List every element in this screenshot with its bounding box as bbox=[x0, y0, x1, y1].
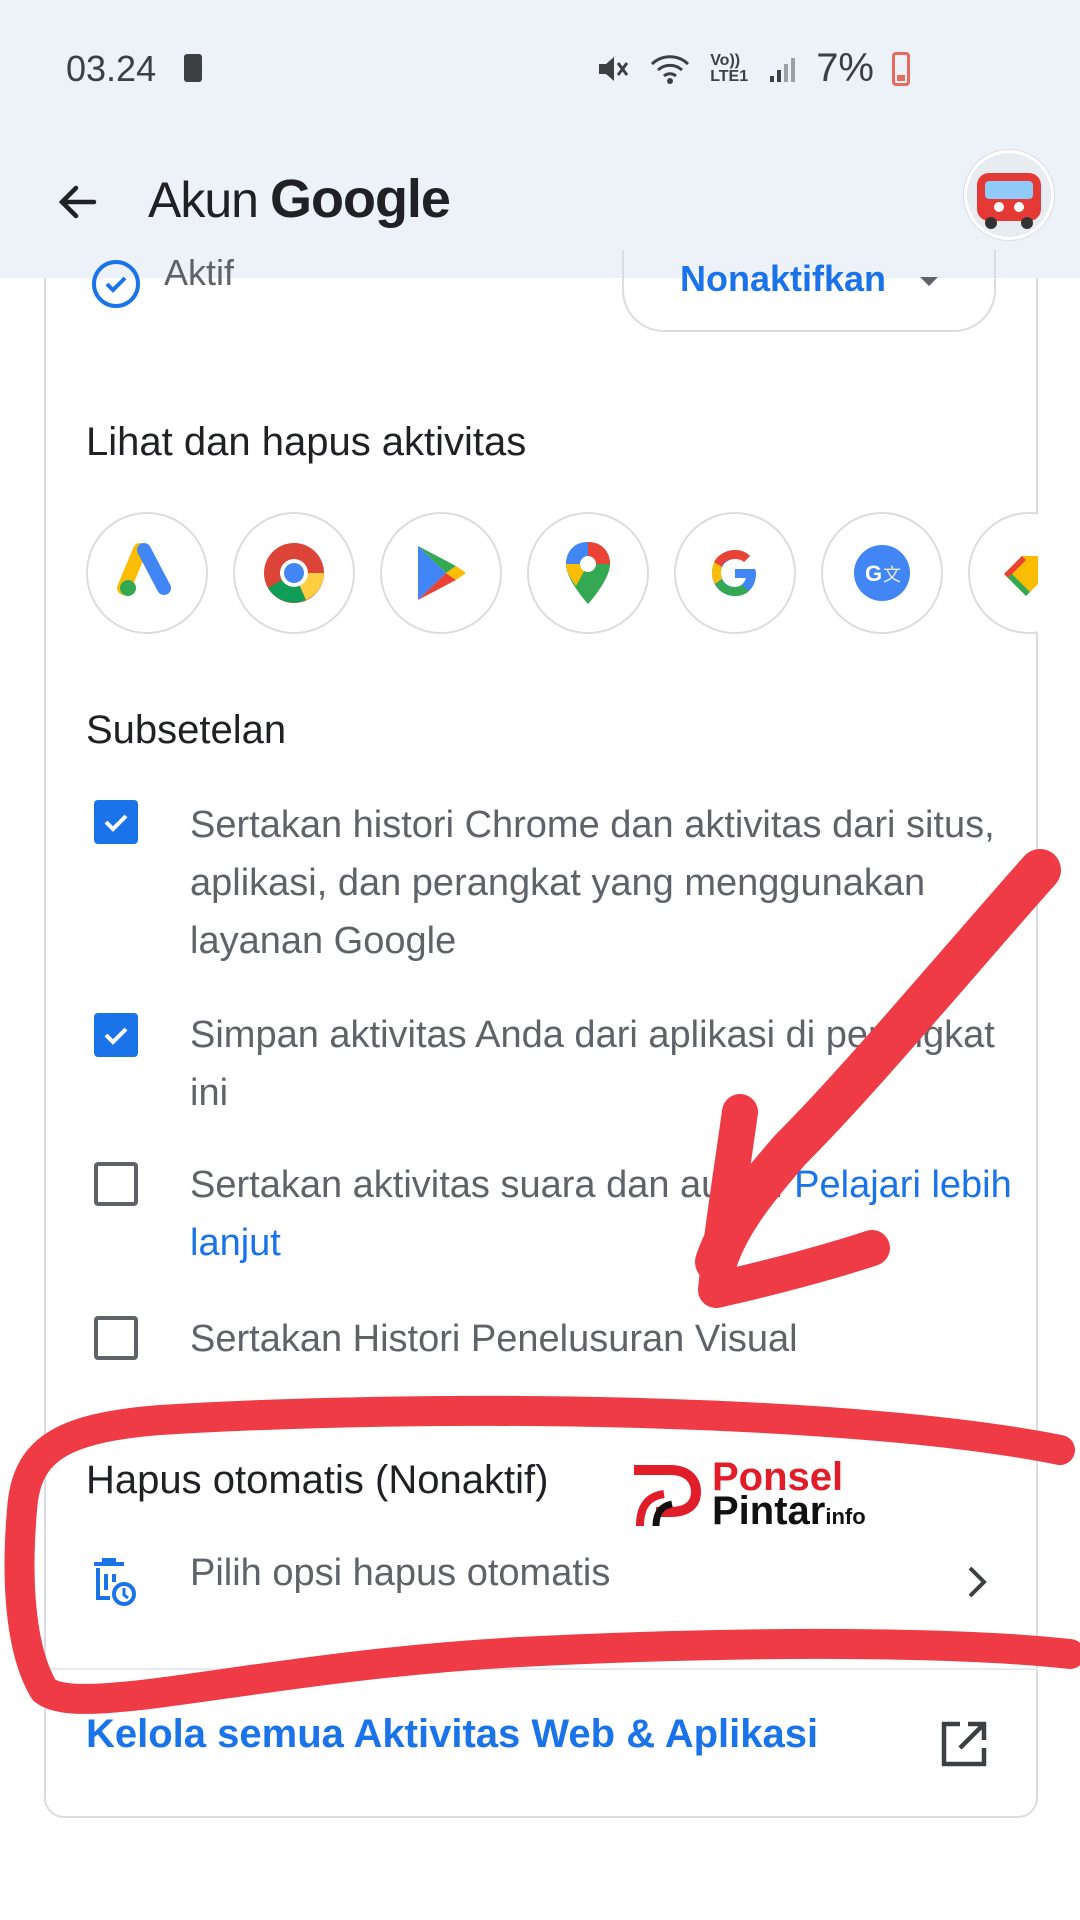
checkbox-visual-search[interactable] bbox=[94, 1316, 138, 1360]
check-icon bbox=[104, 1027, 128, 1045]
check-icon bbox=[104, 814, 128, 832]
ponselpintar-logo-icon bbox=[634, 1465, 702, 1527]
subsetting-voice-audio-label: Sertakan aktivitas suara dan audio. Pela… bbox=[190, 1156, 1020, 1272]
watermark-line2-main: Pintar bbox=[712, 1489, 826, 1533]
watermark-suffix: info bbox=[825, 1504, 866, 1529]
auto-delete-option-label: Pilih opsi hapus otomatis bbox=[190, 1552, 611, 1594]
battery-percent: 7% bbox=[816, 46, 874, 90]
maps-icon[interactable] bbox=[527, 512, 649, 634]
svg-text:G: G bbox=[865, 561, 882, 586]
google-search-icon[interactable] bbox=[674, 512, 796, 634]
watermark-text: Ponsel Pintarinfo bbox=[712, 1457, 866, 1534]
mute-icon bbox=[599, 56, 629, 81]
arrow-back-icon bbox=[58, 185, 97, 219]
network-label: Vo)) LTE1 bbox=[710, 51, 749, 85]
battery-icon bbox=[892, 51, 910, 86]
subsettings-title: Subsetelan bbox=[86, 708, 287, 752]
checkbox-voice-audio[interactable] bbox=[94, 1162, 138, 1206]
bus-avatar-icon bbox=[977, 173, 1041, 229]
auto-delete-title: Hapus otomatis (Nonaktif) bbox=[86, 1458, 549, 1502]
view-delete-title: Lihat dan hapus aktivitas bbox=[86, 420, 527, 464]
back-button[interactable] bbox=[48, 172, 108, 232]
chevron-right-icon bbox=[968, 1566, 987, 1598]
status-bar: 03.24 Vo)) LTE1 7% bbox=[0, 0, 1080, 140]
title-brand: Google bbox=[269, 169, 451, 229]
google-translate-icon[interactable]: G 文 bbox=[821, 512, 943, 634]
avatar[interactable] bbox=[964, 150, 1054, 240]
auto-delete-option-row[interactable]: Pilih opsi hapus otomatis bbox=[86, 1540, 1006, 1626]
svg-text:文: 文 bbox=[883, 565, 901, 585]
google-shopping-icon[interactable] bbox=[968, 512, 1038, 634]
signal-icon bbox=[770, 57, 796, 82]
auto-delete-icon bbox=[94, 1558, 136, 1606]
subsetting-app-activity-label: Simpan aktivitas Anda dari aplikasi di p… bbox=[190, 1014, 995, 1114]
battery-saver-icon bbox=[184, 54, 202, 82]
manage-activity-link[interactable]: Kelola semua Aktivitas Web & Aplikasi bbox=[86, 1712, 818, 1757]
voice-audio-text: Sertakan aktivitas suara dan audio. bbox=[190, 1164, 784, 1206]
subsetting-visual-search-label: Sertakan Histori Penelusuran Visual bbox=[190, 1318, 798, 1360]
title-prefix: Akun bbox=[148, 172, 259, 228]
ponselpintar-watermark: Ponsel Pintarinfo bbox=[626, 1457, 866, 1534]
app-icons-row: G 文 bbox=[86, 512, 1038, 640]
open-in-new-icon[interactable] bbox=[938, 1718, 990, 1770]
check-circle-icon bbox=[92, 260, 140, 308]
play-store-icon[interactable] bbox=[380, 512, 502, 634]
page-title: Akun Google bbox=[148, 168, 451, 230]
chrome-icon[interactable] bbox=[233, 512, 355, 634]
status-time: 03.24 bbox=[66, 48, 157, 89]
deactivate-label: Nonaktifkan bbox=[679, 258, 887, 299]
checkbox-chrome-history[interactable] bbox=[94, 800, 138, 844]
caret-down-icon bbox=[920, 276, 939, 286]
watermark-line2: Pintarinfo bbox=[712, 1491, 866, 1534]
activity-status: Aktif bbox=[92, 252, 234, 308]
divider bbox=[44, 1668, 1038, 1670]
checkbox-app-activity[interactable] bbox=[94, 1013, 138, 1057]
deactivate-dropdown-button[interactable]: Nonaktifkan bbox=[622, 250, 996, 332]
wifi-icon bbox=[651, 54, 690, 84]
activity-status-label: Aktif bbox=[164, 252, 235, 293]
status-icons: Vo)) LTE1 7% bbox=[596, 46, 910, 91]
subsetting-chrome-history-label: Sertakan histori Chrome dan aktivitas da… bbox=[190, 804, 995, 962]
google-ads-icon[interactable] bbox=[86, 512, 208, 634]
